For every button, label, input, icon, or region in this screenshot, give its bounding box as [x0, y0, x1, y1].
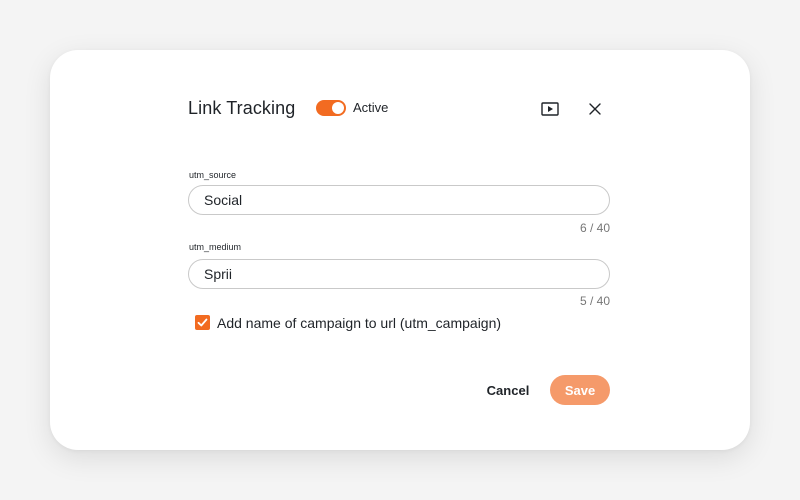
toggle-label: Active — [353, 100, 389, 115]
utm-medium-counter: 5 / 40 — [579, 294, 610, 308]
dialog-title: Link Tracking — [188, 98, 296, 118]
dialog-header: Link Tracking Active — [188, 95, 612, 123]
utm-medium-label: utm_medium — [189, 242, 242, 252]
toggle-knob — [332, 102, 344, 114]
play-button[interactable] — [537, 96, 563, 122]
utm-source-input[interactable] — [189, 186, 594, 214]
campaign-checkbox-label: Add name of campaign to url (utm_campaig… — [217, 315, 502, 331]
utm-source-field[interactable] — [188, 185, 610, 215]
utm-medium-input[interactable] — [189, 260, 594, 288]
utm-source-counter: 6 / 40 — [579, 221, 610, 235]
close-icon — [589, 103, 601, 115]
close-button[interactable] — [582, 96, 608, 122]
cancel-button[interactable]: Cancel — [478, 377, 538, 403]
utm-medium-field[interactable] — [188, 259, 610, 289]
active-toggle[interactable] — [316, 100, 346, 116]
save-button[interactable]: Save — [550, 375, 610, 405]
link-tracking-dialog: Link Tracking Active utm_source 6 / 40 u… — [50, 50, 750, 450]
play-icon — [541, 102, 559, 116]
utm-source-label: utm_source — [189, 170, 237, 180]
checkmark-icon — [197, 318, 208, 327]
campaign-checkbox[interactable] — [195, 315, 210, 330]
